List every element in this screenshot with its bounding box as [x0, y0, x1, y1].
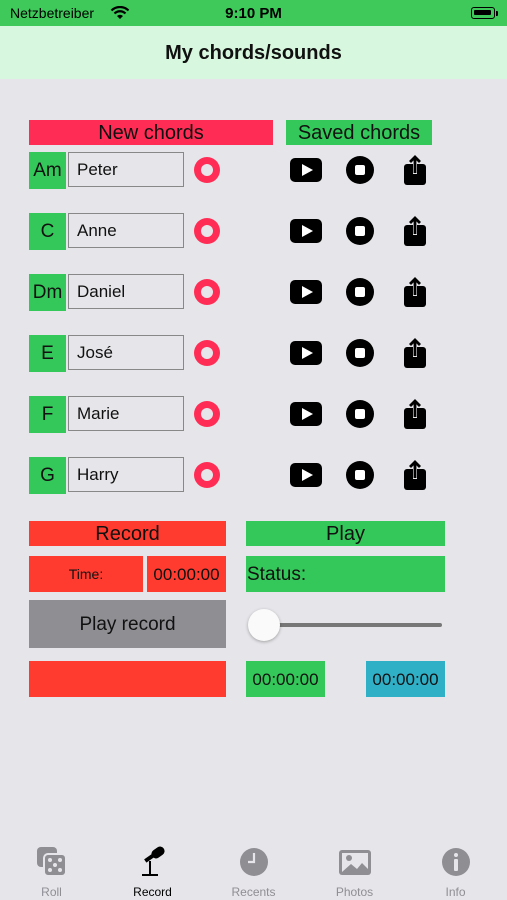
share-button[interactable]	[402, 215, 428, 247]
share-icon	[404, 155, 426, 185]
tab-roll[interactable]: Roll	[1, 845, 102, 899]
page-title: My chords/sounds	[165, 42, 342, 64]
tab-info[interactable]: Info	[405, 845, 506, 899]
name-field[interactable]: Marie	[68, 396, 184, 431]
share-icon	[404, 399, 426, 429]
tab-label: Recents	[231, 885, 276, 899]
status-time: 9:10 PM	[225, 5, 282, 22]
record-button[interactable]	[194, 462, 220, 488]
tab-recents[interactable]: Recents	[203, 845, 304, 899]
stop-button[interactable]	[346, 339, 374, 367]
battery-icon	[471, 7, 495, 19]
share-icon	[404, 460, 426, 490]
chord-label: Dm	[29, 274, 66, 311]
record-time-value: 00:00:00	[147, 556, 226, 592]
playback-slider-thumb[interactable]	[248, 609, 280, 641]
chord-label: Am	[29, 152, 66, 189]
stop-button[interactable]	[346, 217, 374, 245]
play-button[interactable]	[290, 158, 322, 182]
record-button[interactable]	[194, 340, 220, 366]
share-button[interactable]	[402, 337, 428, 369]
play-header: Play	[246, 521, 445, 546]
record-button[interactable]	[194, 401, 220, 427]
stop-button[interactable]	[346, 461, 374, 489]
play-button[interactable]	[290, 463, 322, 487]
dice-icon	[36, 847, 67, 877]
name-field[interactable]: José	[68, 335, 184, 370]
tab-label: Photos	[335, 885, 374, 899]
play-button[interactable]	[290, 402, 322, 426]
saved-chords-header: Saved chords	[286, 120, 432, 145]
stop-button[interactable]	[346, 278, 374, 306]
tab-record[interactable]: Record	[102, 845, 203, 899]
chord-label: F	[29, 396, 66, 433]
record-header: Record	[29, 521, 226, 546]
chord-label: G	[29, 457, 66, 494]
play-record-button[interactable]: Play record	[29, 600, 226, 648]
chord-label: C	[29, 213, 66, 250]
share-button[interactable]	[402, 459, 428, 491]
stop-button[interactable]	[346, 156, 374, 184]
clock-icon	[239, 848, 268, 876]
name-field[interactable]: Daniel	[68, 274, 184, 309]
share-icon	[404, 216, 426, 246]
record-progress-bar	[29, 661, 226, 697]
share-button[interactable]	[402, 276, 428, 308]
photo-icon	[338, 850, 371, 875]
playback-slider-track[interactable]	[262, 623, 442, 627]
total-duration: 00:00:00	[366, 661, 445, 697]
play-button[interactable]	[290, 341, 322, 365]
chord-label: E	[29, 335, 66, 372]
battery-tip	[496, 11, 498, 16]
tab-label: Record	[133, 885, 172, 899]
stop-button[interactable]	[346, 400, 374, 428]
play-button[interactable]	[290, 280, 322, 304]
info-icon	[441, 848, 470, 876]
share-button[interactable]	[402, 398, 428, 430]
play-button[interactable]	[290, 219, 322, 243]
name-field[interactable]: Anne	[68, 213, 184, 248]
share-button[interactable]	[402, 154, 428, 186]
elapsed-time: 00:00:00	[246, 661, 325, 697]
record-button[interactable]	[194, 279, 220, 305]
tab-photos[interactable]: Photos	[304, 845, 405, 899]
share-icon	[404, 338, 426, 368]
tab-label: Info	[445, 885, 466, 899]
time-label: Time:	[29, 556, 143, 592]
record-button[interactable]	[194, 218, 220, 244]
new-chords-header: New chords	[29, 120, 273, 145]
share-icon	[404, 277, 426, 307]
play-status: Status:	[246, 556, 445, 592]
name-field[interactable]: Harry	[68, 457, 184, 492]
microphone-icon	[141, 846, 165, 876]
name-field[interactable]: Peter	[68, 152, 184, 187]
tab-label: Roll	[41, 885, 62, 899]
record-button[interactable]	[194, 157, 220, 183]
